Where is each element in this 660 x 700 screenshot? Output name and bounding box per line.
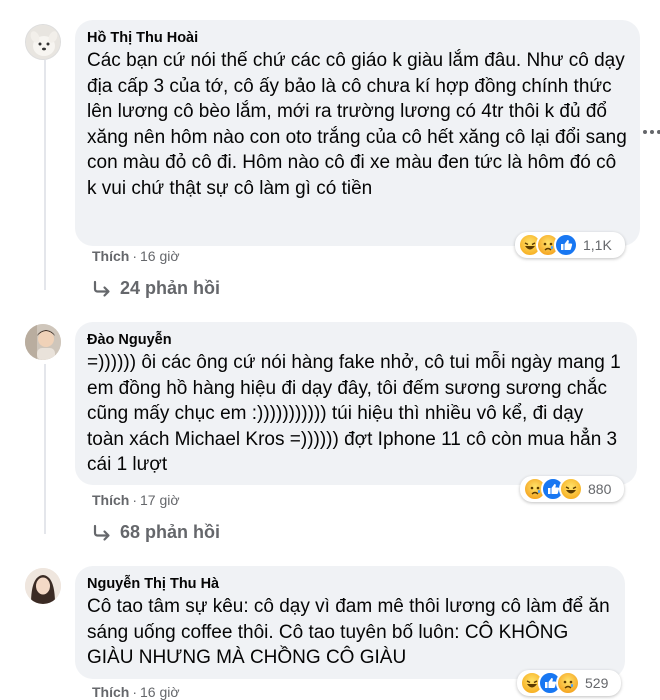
reaction-count: 1,1K: [583, 237, 612, 253]
replies-count: 68 phản hồi: [120, 522, 221, 542]
view-replies-button[interactable]: 68 phản hồi: [92, 522, 220, 543]
haha-reaction-icon: [559, 477, 583, 501]
reaction-summary[interactable]: 529: [517, 670, 621, 696]
comment-meta: Thích · 17 giờ: [92, 492, 180, 508]
comment-meta: Thích · 16 giờ: [92, 248, 180, 264]
comment-author[interactable]: Hồ Thị Thu Hoài: [87, 29, 628, 47]
reaction-count: 880: [588, 481, 612, 497]
sad-reaction-icon: [556, 671, 580, 695]
reaction-count: 529: [585, 675, 609, 691]
comment-time[interactable]: 16 giờ: [140, 248, 180, 264]
avatar-dog-icon: [26, 25, 60, 59]
like-button[interactable]: Thích: [92, 248, 129, 264]
comment-text: Các bạn cứ nói thế chứ các cô giáo k già…: [87, 50, 627, 199]
comment-bubble: Đào Nguyễn =)))))) ôi các ông cứ nói hàn…: [75, 322, 637, 485]
view-replies-button[interactable]: 24 phản hồi: [92, 278, 220, 299]
comment-bubble: Nguyễn Thị Thu Hà Cô tao tâm sự kêu: cô …: [75, 566, 625, 679]
avatar-photo-icon: [25, 568, 61, 604]
comment-time[interactable]: 16 giờ: [140, 684, 180, 700]
comment-time[interactable]: 17 giờ: [140, 492, 180, 508]
avatar[interactable]: [25, 24, 61, 60]
comment-text: =)))))) ôi các ông cứ nói hàng fake nhở,…: [87, 352, 621, 476]
avatar-photo-icon: [25, 324, 61, 360]
reaction-summary[interactable]: 880: [520, 476, 624, 502]
reply-arrow-icon: [93, 524, 110, 541]
comment-author[interactable]: Nguyễn Thị Thu Hà: [87, 575, 613, 593]
reaction-summary[interactable]: 1,1K: [515, 232, 625, 258]
replies-count: 24 phản hồi: [120, 278, 221, 298]
avatar[interactable]: [25, 568, 61, 604]
thread-line: [44, 60, 46, 290]
comment-text: Cô tao tâm sự kêu: cô dạy vì đam mê thôi…: [87, 596, 610, 669]
like-button[interactable]: Thích: [92, 492, 129, 508]
more-options-icon[interactable]: [640, 120, 660, 144]
comment-author[interactable]: Đào Nguyễn: [87, 331, 625, 349]
comment-meta: Thích · 16 giờ: [92, 684, 180, 700]
like-button[interactable]: Thích: [92, 684, 129, 700]
like-reaction-icon: [554, 233, 578, 257]
thread-line: [44, 364, 46, 534]
comment-bubble: Hồ Thị Thu Hoài Các bạn cứ nói thế chứ c…: [75, 20, 640, 246]
reply-arrow-icon: [93, 280, 110, 297]
avatar[interactable]: [25, 324, 61, 360]
